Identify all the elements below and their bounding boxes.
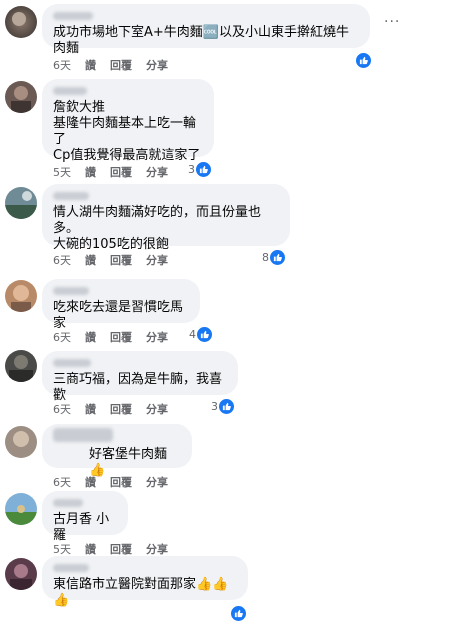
reaction-summary[interactable]: 3 xyxy=(211,398,235,415)
share-button[interactable]: 分享 xyxy=(146,164,168,180)
share-button[interactable]: 分享 xyxy=(146,329,168,345)
like-reaction-icon xyxy=(355,52,372,69)
comment-time[interactable]: 6天 xyxy=(53,57,71,73)
reaction-summary[interactable] xyxy=(230,605,247,622)
commenter-name-blurred[interactable] xyxy=(53,192,89,200)
comment-time[interactable]: 6天 xyxy=(53,329,71,345)
like-reaction-icon xyxy=(269,249,286,266)
comment-bubble: 東信路市立醫院對面那家👍👍👍 xyxy=(42,556,248,608)
commenter-name-blurred[interactable] xyxy=(53,499,83,507)
reaction-count: 4 xyxy=(189,328,196,341)
comment-text: 詹欽大推 基隆牛肉麵基本上吃一輪了 Cp值我覺得最高就這家了 xyxy=(53,100,201,163)
comment-actions: 6天 讚 回覆 分享 xyxy=(53,329,182,345)
share-button[interactable]: 分享 xyxy=(146,541,168,557)
reply-button[interactable]: 回覆 xyxy=(110,329,132,345)
comment-bubble: 吃來吃去還是習慣吃馬家 xyxy=(42,279,200,331)
comment-actions: 6天 讚 回覆 分享 xyxy=(53,57,182,73)
like-button[interactable]: 讚 xyxy=(85,164,96,180)
commenter-name-blurred[interactable] xyxy=(53,12,93,20)
share-button[interactable]: 分享 xyxy=(146,401,168,417)
comment-text: 吃來吃去還是習慣吃馬家 xyxy=(53,300,184,331)
like-reaction-icon xyxy=(218,398,235,415)
comment-actions: 6天 讚 回覆 分享 xyxy=(53,474,182,490)
comment-actions: 5天 讚 回覆 分享 xyxy=(53,164,182,180)
share-button[interactable]: 分享 xyxy=(146,474,168,490)
reaction-count: 8 xyxy=(262,251,269,264)
comment-text: 東信路市立醫院對面那家👍👍👍 xyxy=(53,577,229,608)
comment-time[interactable]: 6天 xyxy=(53,252,71,268)
share-button[interactable]: 分享 xyxy=(146,57,168,73)
comment-time[interactable]: 5天 xyxy=(53,164,71,180)
comment-text: 情人湖牛肉麵滿好吃的，而且份量也多。 大碗的105吃的很飽 xyxy=(53,205,262,252)
reply-button[interactable]: 回覆 xyxy=(110,474,132,490)
like-button[interactable]: 讚 xyxy=(85,329,96,345)
reply-button[interactable]: 回覆 xyxy=(110,541,132,557)
avatar[interactable] xyxy=(5,493,37,525)
reaction-count: 3 xyxy=(211,400,218,413)
comment-bubble: 古月香 小羅 xyxy=(42,491,128,543)
reply-button[interactable]: 回覆 xyxy=(110,252,132,268)
like-button[interactable]: 讚 xyxy=(85,401,96,417)
comment-bubble: 好客堡牛肉麵👍 xyxy=(42,424,192,478)
avatar[interactable] xyxy=(5,187,37,219)
like-reaction-icon xyxy=(195,161,212,178)
comment-time[interactable]: 6天 xyxy=(53,401,71,417)
comment-bubble: 詹欽大推 基隆牛肉麵基本上吃一輪了 Cp值我覺得最高就這家了 xyxy=(42,79,214,163)
like-button[interactable]: 讚 xyxy=(85,252,96,268)
reply-button[interactable]: 回覆 xyxy=(110,401,132,417)
avatar[interactable] xyxy=(5,558,37,590)
commenter-name-blurred[interactable] xyxy=(53,564,89,572)
comment-time[interactable]: 6天 xyxy=(53,474,71,490)
comment-time[interactable]: 5天 xyxy=(53,541,71,557)
comment-text: 成功市場地下室A+牛肉麵🆒以及小山東手擀紅燒牛肉麵 xyxy=(53,25,349,56)
avatar[interactable] xyxy=(5,350,37,382)
commenter-name-blurred[interactable] xyxy=(53,287,89,295)
comment-actions: 6天 讚 回覆 分享 xyxy=(53,252,182,268)
reaction-summary[interactable]: 8 xyxy=(262,249,286,266)
avatar[interactable] xyxy=(5,426,37,458)
comment-text: 古月香 小羅 xyxy=(53,512,110,543)
comment-bubble: 情人湖牛肉麵滿好吃的，而且份量也多。 大碗的105吃的很飽 xyxy=(42,184,290,252)
comment-bubble: 三商巧福，因為是牛腩，我喜歡 xyxy=(42,351,238,403)
avatar[interactable] xyxy=(5,280,37,312)
share-button[interactable]: 分享 xyxy=(146,252,168,268)
comment-bubble: 成功市場地下室A+牛肉麵🆒以及小山東手擀紅燒牛肉麵 xyxy=(42,4,370,56)
commenter-name-blurred[interactable] xyxy=(53,359,91,367)
like-button[interactable]: 讚 xyxy=(85,57,96,73)
reaction-summary[interactable] xyxy=(355,52,372,69)
comment-text: 三商巧福，因為是牛腩，我喜歡 xyxy=(53,372,223,403)
reaction-summary[interactable]: 3 xyxy=(188,161,212,178)
comment-actions: 5天 讚 回覆 分享 xyxy=(53,541,182,557)
reaction-count: 3 xyxy=(188,163,195,176)
avatar[interactable] xyxy=(5,6,37,38)
reply-button[interactable]: 回覆 xyxy=(110,57,132,73)
comment-actions: 6天 讚 回覆 分享 xyxy=(53,401,182,417)
commenter-name-blurred[interactable] xyxy=(53,428,113,442)
like-reaction-icon xyxy=(196,326,213,343)
like-reaction-icon xyxy=(230,605,247,622)
commenter-name-blurred[interactable] xyxy=(53,87,87,95)
like-button[interactable]: 讚 xyxy=(85,474,96,490)
avatar[interactable] xyxy=(5,81,37,113)
more-options-icon[interactable]: ··· xyxy=(384,14,400,30)
reaction-summary[interactable]: 4 xyxy=(189,326,213,343)
like-button[interactable]: 讚 xyxy=(85,541,96,557)
reply-button[interactable]: 回覆 xyxy=(110,164,132,180)
